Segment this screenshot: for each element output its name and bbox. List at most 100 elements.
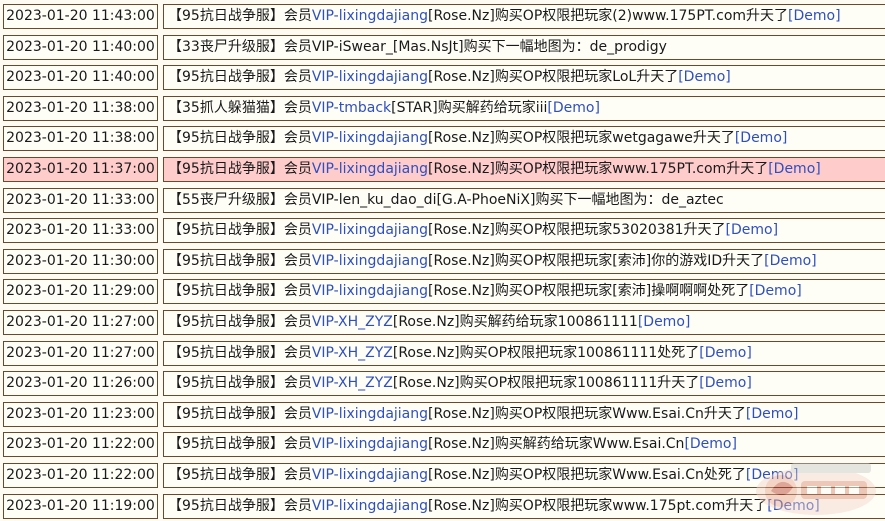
log-member-label: 会员: [283, 344, 312, 361]
log-vip-user: VIP-lixingdajiang: [311, 497, 429, 514]
log-timestamp: 2023-01-20 11:29:00: [3, 279, 158, 305]
log-message: 【95抗日战争服】会员VIP-lixingdajiang[Rose.Nz]购买O…: [163, 248, 885, 274]
log-row: 2023-01-20 11:19:00 【95抗日战争服】会员VIP-lixing…: [3, 493, 885, 519]
log-message: 【95抗日战争服】会员VIP-lixingdajiang[Rose.Nz]购买O…: [163, 401, 885, 427]
demo-link[interactable]: [Demo]: [699, 375, 752, 391]
demo-link[interactable]: [Demo]: [547, 100, 600, 116]
log-server-name: 【95抗日战争服】: [168, 314, 284, 330]
log-server-name: 【95抗日战争服】: [168, 375, 284, 392]
demo-link[interactable]: [Demo]: [767, 498, 820, 514]
log-vip-user: VIP-lixingdajiang: [311, 161, 429, 177]
log-action-text: 购买解药给玩家iii: [437, 99, 548, 116]
log-vip-user: VIP-lixingdajiang: [311, 467, 429, 483]
log-member-label: 会员: [283, 69, 312, 86]
log-server-name: 【95抗日战争服】: [168, 161, 284, 177]
log-row: 2023-01-20 11:23:00 【95抗日战争服】会员VIP-lixing…: [3, 401, 885, 427]
log-message: 【95抗日战争服】会员VIP-XH_ZYZ[Rose.Nz]购买OP权限把玩家1…: [163, 371, 885, 397]
log-clan-tag: [Rose.Nz]: [428, 252, 495, 269]
demo-link[interactable]: [Demo]: [735, 130, 788, 146]
log-clan-tag: [Rose.Nz]: [392, 314, 460, 330]
log-server-name: 【55丧尸升级服】: [168, 191, 284, 208]
log-server-name: 【95抗日战争服】: [168, 222, 284, 239]
log-timestamp: 2023-01-20 11:37:00: [3, 157, 158, 182]
log-member-label: 会员: [283, 161, 312, 177]
log-server-name: 【95抗日战争服】: [168, 467, 284, 483]
log-timestamp: 2023-01-20 11:23:00: [3, 401, 158, 427]
log-vip-user: VIP-lixingdajiang: [311, 283, 429, 300]
log-row: 2023-01-20 11:43:00 【95抗日战争服】会员VIP-lixing…: [3, 4, 885, 29]
log-row: 2023-01-20 11:27:00 【95抗日战争服】会员VIP-XH_ZYZ…: [3, 310, 885, 335]
demo-link[interactable]: [Demo]: [749, 283, 802, 299]
log-clan-tag: [Rose.Nz]: [392, 344, 460, 361]
log-row: 2023-01-20 11:33:00 【55丧尸升级服】会员VIP-len_ku…: [3, 187, 885, 213]
log-clan-tag: [Rose.Nz]: [428, 467, 495, 483]
log-row: 2023-01-20 11:38:00 【35抓人躲猫猫】会员VIP-tmback…: [3, 95, 885, 121]
purchase-log-list: 2023-01-20 11:43:00 【95抗日战争服】会员VIP-lixing…: [0, 0, 885, 521]
log-member-label: 会员: [283, 130, 312, 147]
demo-link[interactable]: [Demo]: [678, 69, 731, 85]
demo-link[interactable]: [Demo]: [684, 436, 737, 452]
log-action-text: 购买OP权限把玩家LoL升天了: [494, 69, 679, 86]
demo-link[interactable]: [Demo]: [638, 314, 691, 330]
log-clan-tag: [Rose.Nz]: [428, 497, 495, 514]
log-vip-user: VIP-lixingdajiang: [311, 222, 429, 239]
log-timestamp: 2023-01-20 11:43:00: [3, 4, 158, 29]
log-server-name: 【95抗日战争服】: [168, 497, 284, 514]
log-timestamp: 2023-01-20 11:19:00: [3, 493, 158, 519]
demo-link[interactable]: [Demo]: [699, 345, 752, 361]
log-action-text: 购买OP权限把玩家wetgagawe升天了: [494, 130, 735, 147]
log-member-label: 会员: [283, 314, 312, 330]
log-action-text: 购买OP权限把玩家100861111处死了: [459, 344, 700, 361]
log-message: 【33丧尸升级服】会员VIP-iSwear_[Mas.NsJt]购买下一幅地图为…: [163, 34, 885, 60]
log-timestamp: 2023-01-20 11:30:00: [3, 248, 158, 274]
log-action-text: 购买OP权限把玩家Www.Esai.Cn处死了: [494, 467, 746, 483]
log-vip-user: VIP-lixingdajiang: [311, 8, 429, 24]
log-timestamp: 2023-01-20 11:38:00: [3, 126, 158, 152]
log-action-text: 购买下一幅地图为：de_aztec: [535, 191, 724, 208]
log-member-label: 会员: [283, 497, 312, 514]
log-action-text: 购买OP权限把玩家[索沛]操啊啊啊处死了: [494, 283, 750, 300]
demo-link[interactable]: [Demo]: [726, 222, 779, 238]
log-clan-tag: [Rose.Nz]: [428, 222, 495, 239]
log-clan-tag: [Rose.Nz]: [428, 8, 495, 24]
log-timestamp: 2023-01-20 11:22:00: [3, 463, 158, 488]
demo-link[interactable]: [Demo]: [764, 253, 817, 269]
log-row: 2023-01-20 11:40:00 【95抗日战争服】会员VIP-lixing…: [3, 65, 885, 91]
log-vip-user: VIP-lixingdajiang: [311, 436, 429, 453]
log-timestamp: 2023-01-20 11:27:00: [3, 340, 158, 366]
log-vip-user: VIP-XH_ZYZ: [311, 375, 393, 392]
log-message: 【35抓人躲猫猫】会员VIP-tmback[STAR]购买解药给玩家iii[De…: [163, 95, 885, 121]
log-row: 2023-01-20 11:22:00 【95抗日战争服】会员VIP-lixing…: [3, 432, 885, 458]
log-row: 2023-01-20 11:27:00 【95抗日战争服】会员VIP-XH_ZYZ…: [3, 340, 885, 366]
log-timestamp: 2023-01-20 11:22:00: [3, 432, 158, 458]
log-timestamp: 2023-01-20 11:33:00: [3, 218, 158, 244]
log-server-name: 【95抗日战争服】: [168, 436, 284, 453]
log-vip-user: VIP-tmback: [311, 99, 392, 116]
log-row: 2023-01-20 11:37:00 【95抗日战争服】会员VIP-lixing…: [3, 157, 885, 182]
demo-link[interactable]: [Demo]: [746, 467, 799, 483]
log-timestamp: 2023-01-20 11:38:00: [3, 95, 158, 121]
log-row: 2023-01-20 11:30:00 【95抗日战争服】会员VIP-lixing…: [3, 248, 885, 274]
log-message: 【95抗日战争服】会员VIP-lixingdajiang[Rose.Nz]购买O…: [163, 279, 885, 305]
log-member-label: 会员: [283, 467, 312, 483]
demo-link[interactable]: [Demo]: [788, 8, 841, 24]
log-vip-user: VIP-XH_ZYZ: [311, 314, 393, 330]
demo-link[interactable]: [Demo]: [768, 161, 821, 177]
log-message: 【95抗日战争服】会员VIP-lixingdajiang[Rose.Nz]购买O…: [163, 218, 885, 244]
log-row: 2023-01-20 11:38:00 【95抗日战争服】会员VIP-lixing…: [3, 126, 885, 152]
log-server-name: 【95抗日战争服】: [168, 283, 284, 300]
log-member-label: 会员: [283, 99, 312, 116]
log-member-label: 会员: [283, 222, 312, 239]
log-action-text: 购买OP权限把玩家[索沛]你的游戏ID升天了: [494, 252, 765, 269]
log-clan-tag: [Rose.Nz]: [428, 436, 495, 453]
log-member-label: 会员: [283, 375, 312, 392]
log-server-name: 【95抗日战争服】: [168, 405, 284, 422]
log-clan-tag: [Rose.Nz]: [428, 405, 495, 422]
log-action-text: 购买OP权限把玩家www.175pt.com升天了: [494, 497, 768, 514]
log-action-text: 购买OP权限把玩家www.175PT.com升天了: [494, 161, 769, 177]
log-vip-user: VIP-lixingdajiang: [311, 69, 429, 86]
log-member-label: 会员: [283, 436, 312, 453]
demo-link[interactable]: [Demo]: [746, 406, 799, 422]
log-action-text: 购买解药给玩家100861111: [459, 314, 638, 330]
log-clan-tag: [Rose.Nz]: [428, 283, 495, 300]
